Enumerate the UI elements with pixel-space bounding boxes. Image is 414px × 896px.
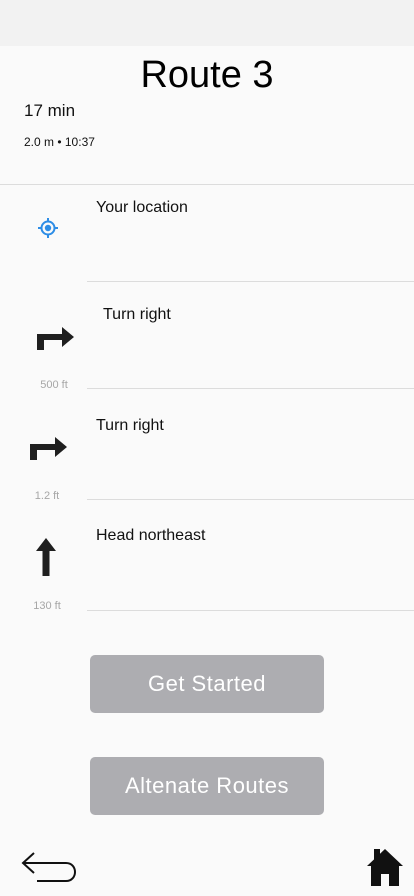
straight-up-arrow-icon (36, 538, 56, 576)
step-distance: 130 ft (33, 600, 61, 612)
get-started-button[interactable]: Get Started (90, 655, 324, 713)
home-icon[interactable] (366, 847, 404, 887)
step-divider (87, 281, 414, 282)
route-details: 2.0 m • 10:37 (24, 135, 95, 149)
page-title: Route 3 (140, 54, 274, 96)
turn-right-arrow-icon (30, 437, 67, 460)
turn-right-arrow-icon (37, 327, 74, 350)
step-instruction: Your location (96, 199, 188, 216)
step-divider (87, 499, 414, 500)
back-arrow-icon[interactable] (20, 851, 82, 883)
alternate-routes-button[interactable]: Altenate Routes (90, 757, 324, 815)
location-target-icon (38, 218, 58, 238)
step-instruction: Turn right (96, 417, 164, 434)
header-divider (0, 184, 414, 185)
status-bar (0, 0, 414, 46)
step-instruction: Head northeast (96, 527, 206, 544)
step-distance: 500 ft (40, 379, 68, 391)
route-duration: 17 min (24, 101, 76, 120)
step-divider (87, 610, 414, 611)
step-divider (87, 388, 414, 389)
step-instruction: Turn right (103, 306, 171, 323)
step-distance: 1.2 ft (34, 490, 60, 502)
